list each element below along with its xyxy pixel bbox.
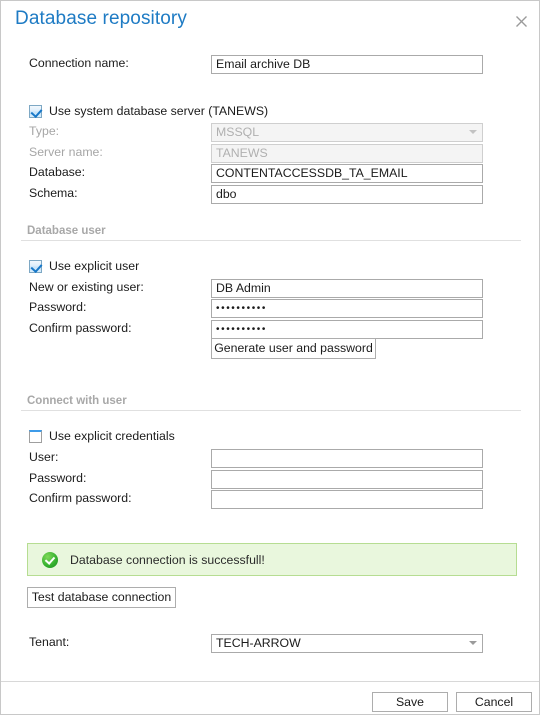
use-explicit-credentials-label: Use explicit credentials: [49, 429, 175, 443]
use-system-db-server-label: Use system database server (TANEWS): [49, 104, 269, 118]
use-explicit-user-label: Use explicit user: [49, 259, 140, 273]
schema-input[interactable]: dbo: [211, 185, 483, 204]
save-button[interactable]: Save: [372, 692, 448, 712]
chevron-down-icon: [469, 130, 477, 134]
divider: [21, 410, 521, 411]
connect-user-row: User:: [1, 449, 539, 469]
cancel-button[interactable]: Cancel: [456, 692, 532, 712]
type-label: Type:: [29, 124, 60, 138]
database-input[interactable]: CONTENTACCESSDB_TA_EMAIL: [211, 164, 483, 183]
close-icon[interactable]: [509, 9, 533, 33]
tenant-row: Tenant: TECH-ARROW: [1, 634, 539, 654]
dialog-titlebar: Database repository: [1, 1, 539, 41]
test-database-connection-button[interactable]: Test database connection: [27, 587, 176, 608]
new-or-existing-user-row: New or existing user: DB Admin: [1, 279, 539, 299]
db-user-password-input[interactable]: ••••••••••: [211, 299, 483, 318]
divider: [21, 240, 521, 241]
database-label: Database:: [29, 165, 86, 179]
server-name-input[interactable]: TANEWS: [211, 144, 483, 163]
type-row: Type: MSSQL: [1, 123, 539, 143]
database-row: Database: CONTENTACCESSDB_TA_EMAIL: [1, 164, 539, 184]
connect-password-label: Password:: [29, 471, 87, 485]
chevron-down-icon: [469, 641, 477, 645]
connect-confirm-password-input[interactable]: [211, 490, 483, 509]
divider: [1, 681, 539, 682]
use-system-db-server-checkbox[interactable]: [29, 105, 42, 118]
use-explicit-credentials-checkbox[interactable]: [29, 430, 42, 443]
connect-user-label: User:: [29, 450, 59, 464]
connect-confirm-password-label: Confirm password:: [29, 491, 132, 505]
database-user-section-title: Database user: [27, 225, 106, 237]
page-title: Database repository: [15, 8, 187, 29]
database-repository-dialog: Database repository Connection name: Ema…: [0, 0, 540, 715]
schema-label: Schema:: [29, 186, 78, 200]
db-user-confirm-password-input[interactable]: ••••••••••: [211, 320, 483, 339]
connect-password-row: Password:: [1, 470, 539, 490]
connect-with-user-section-title: Connect with user: [27, 395, 127, 407]
connection-name-input[interactable]: Email archive DB: [211, 55, 483, 74]
connect-confirm-password-row: Confirm password:: [1, 490, 539, 510]
new-or-existing-user-input[interactable]: DB Admin: [211, 279, 483, 298]
db-user-password-row: Password: ••••••••••: [1, 299, 539, 319]
connection-name-label: Connection name:: [29, 56, 129, 70]
new-or-existing-user-label: New or existing user:: [29, 280, 144, 294]
status-message: Database connection is successfull!: [70, 552, 265, 567]
db-user-confirm-password-row: Confirm password: ••••••••••: [1, 320, 539, 340]
tenant-select[interactable]: TECH-ARROW: [211, 634, 483, 653]
db-user-confirm-password-label: Confirm password:: [29, 321, 132, 335]
connection-name-row: Connection name: Email archive DB: [1, 55, 539, 75]
generate-user-and-password-button[interactable]: Generate user and password: [211, 338, 376, 359]
db-user-password-label: Password:: [29, 300, 87, 314]
type-select[interactable]: MSSQL: [211, 123, 483, 142]
schema-row: Schema: dbo: [1, 185, 539, 205]
server-name-label: Server name:: [29, 145, 103, 159]
connect-password-input[interactable]: [211, 470, 483, 489]
server-name-row: Server name: TANEWS: [1, 144, 539, 164]
tenant-label: Tenant:: [29, 635, 70, 649]
use-explicit-user-checkbox[interactable]: [29, 260, 42, 273]
connect-with-user-section-header: Connect with user: [21, 395, 521, 411]
status-banner: Database connection is successfull!: [27, 543, 517, 576]
database-user-section-header: Database user: [21, 225, 521, 241]
success-check-icon: [42, 551, 58, 568]
connect-user-input[interactable]: [211, 449, 483, 468]
